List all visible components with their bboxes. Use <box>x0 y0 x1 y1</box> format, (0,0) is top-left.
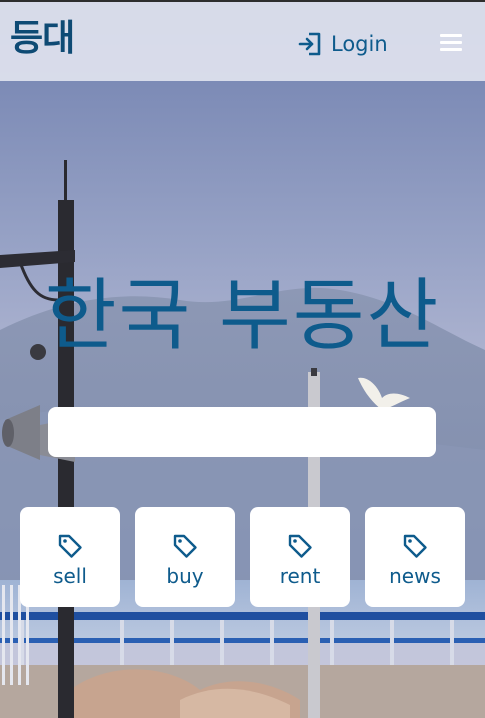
category-card-buy[interactable]: buy <box>135 507 235 607</box>
category-label: buy <box>166 564 204 588</box>
category-card-sell[interactable]: sell <box>20 507 120 607</box>
tag-icon <box>288 534 312 558</box>
brand-logo[interactable]: 등대 <box>10 17 75 61</box>
hero-title: 한국 부동산 <box>44 271 441 361</box>
search-input[interactable] <box>48 407 436 457</box>
login-label: Login <box>331 32 388 56</box>
page: 등대 Login 한국 부동산 sell buy rent news <box>0 0 485 718</box>
category-card-news[interactable]: news <box>365 507 465 607</box>
category-label: rent <box>279 564 321 588</box>
category-label: sell <box>53 564 87 588</box>
hamburger-menu-button[interactable] <box>438 30 464 56</box>
tag-icon <box>403 534 427 558</box>
login-icon <box>298 32 321 56</box>
login-link[interactable]: Login <box>297 29 388 59</box>
tag-icon <box>58 534 82 558</box>
top-navbar: 등대 Login <box>0 0 485 81</box>
tag-icon <box>173 534 197 558</box>
category-card-rent[interactable]: rent <box>250 507 350 607</box>
category-label: news <box>389 564 441 588</box>
